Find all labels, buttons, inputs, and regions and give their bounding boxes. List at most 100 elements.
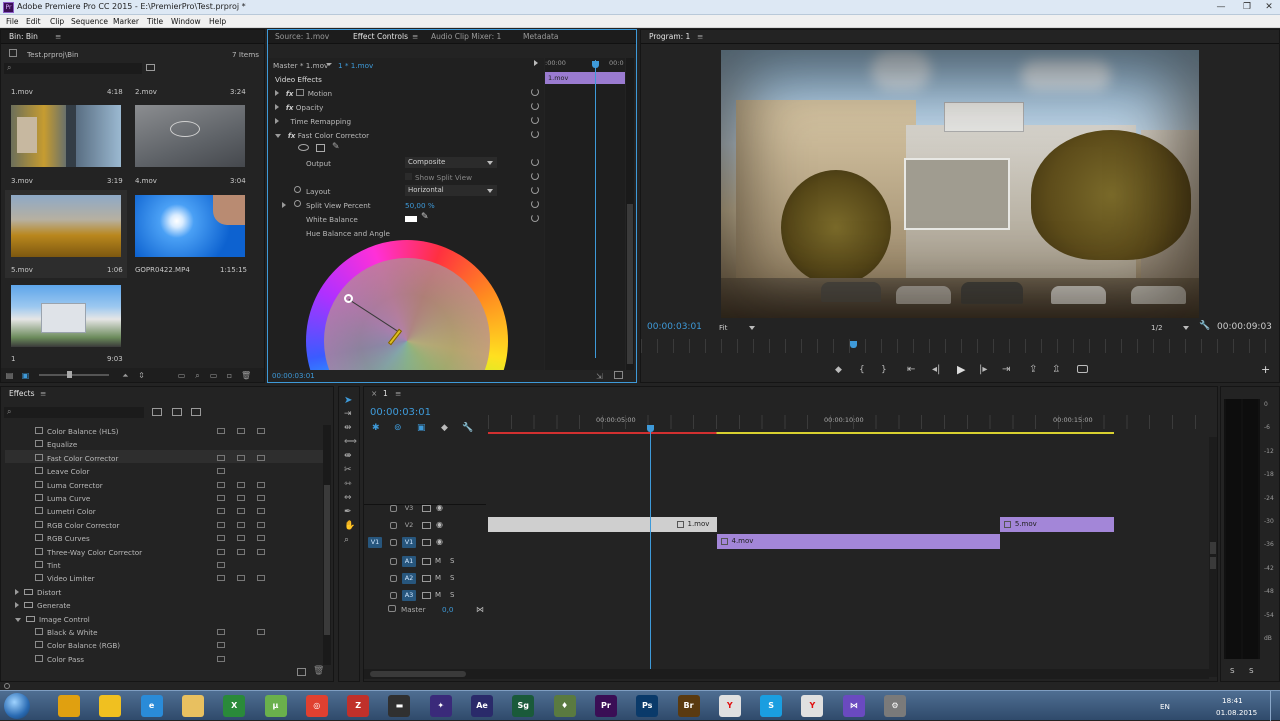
eye-icon[interactable]: ◉ xyxy=(436,520,443,529)
tab-program[interactable]: Program: 1 xyxy=(649,30,690,44)
taskbar-app-skype[interactable]: S xyxy=(760,695,783,717)
pen-tool-icon[interactable]: ✒ xyxy=(344,507,352,517)
selection-tool-icon[interactable]: ➤ xyxy=(344,395,352,406)
menu-window[interactable]: Window xyxy=(171,17,201,26)
effect-fast-color-corrector[interactable]: fx Fast Color Corrector xyxy=(275,131,369,140)
trash-icon[interactable]: 🗑 xyxy=(313,666,324,676)
taskbar-app-excel[interactable]: X xyxy=(223,695,246,717)
close-button[interactable]: ✕ xyxy=(1258,1,1280,13)
expand-triangle-icon[interactable] xyxy=(275,104,279,110)
32bit-effects-icon[interactable] xyxy=(172,408,182,416)
folder-icon[interactable]: ▭ xyxy=(177,371,186,380)
sequence-thumbnail[interactable] xyxy=(11,285,121,347)
reset-icon[interactable] xyxy=(531,200,539,208)
play-button[interactable]: ▶ xyxy=(957,363,965,376)
master-clip-label[interactable]: Master * 1.mov xyxy=(273,61,328,70)
chevron-down-icon[interactable] xyxy=(749,326,755,330)
settings-wrench-icon[interactable]: 🔧 xyxy=(1199,321,1210,331)
taskbar-app-ae[interactable]: Ae xyxy=(471,695,493,717)
show-split-view-checkbox[interactable] xyxy=(405,173,412,180)
solo-right-button[interactable]: S xyxy=(1249,666,1254,675)
timeline-clip[interactable]: 1.mov xyxy=(488,517,717,532)
menu-sequence[interactable]: Sequence xyxy=(71,17,108,26)
sequence-clip-label[interactable]: 1 * 1.mov xyxy=(338,61,373,70)
go-to-end-icon[interactable]: ⋈ xyxy=(476,605,484,614)
chevron-down-icon[interactable] xyxy=(1183,326,1189,330)
add-marker-icon[interactable]: ◆ xyxy=(835,365,842,375)
play-only-audio-icon[interactable]: ⇲ xyxy=(596,372,603,381)
menu-edit[interactable]: Edit xyxy=(26,17,41,26)
minimize-button[interactable]: — xyxy=(1210,1,1232,13)
effects-list-item[interactable]: Color Pass xyxy=(35,654,84,664)
layout-dropdown[interactable]: Horizontal xyxy=(405,185,497,196)
new-bin-icon[interactable] xyxy=(297,668,306,676)
rectangle-mask-icon[interactable] xyxy=(316,144,325,152)
timeline-clip[interactable]: 4.mov xyxy=(716,534,1000,549)
effect-motion[interactable]: fx Motion xyxy=(275,89,332,98)
snap-icon[interactable]: ✱ xyxy=(372,423,380,433)
effects-list-item[interactable]: Luma Corrector xyxy=(35,480,103,490)
timeline-playhead-handle[interactable] xyxy=(647,425,655,432)
find-icon[interactable]: ⌕ xyxy=(193,371,202,380)
effects-list-item[interactable]: Black & White xyxy=(35,628,98,637)
reset-icon[interactable] xyxy=(531,102,539,110)
taskbar-app-y[interactable]: Y xyxy=(718,695,741,717)
taskbar-app-tools[interactable]: ⚙ xyxy=(884,695,906,717)
lock-icon[interactable] xyxy=(390,575,397,582)
taskbar-app-filezilla[interactable]: Z xyxy=(347,695,370,717)
step-back-icon[interactable]: ◂| xyxy=(932,364,940,375)
expand-triangle-icon[interactable] xyxy=(282,202,286,208)
mute-button[interactable]: M xyxy=(435,557,441,565)
menu-marker[interactable]: Marker xyxy=(113,17,139,26)
new-bin-icon[interactable]: ▭ xyxy=(209,371,218,380)
clock-date[interactable]: 01.08.2015 xyxy=(1216,708,1257,717)
master-volume-value[interactable]: 0,0 xyxy=(442,605,453,614)
mark-in-icon[interactable]: { xyxy=(859,365,865,375)
zoom-slider-handle[interactable] xyxy=(67,371,72,378)
program-video-frame[interactable] xyxy=(721,50,1199,318)
zoom-tool-icon[interactable]: ⌕ xyxy=(344,535,349,545)
vertical-scrollbar[interactable] xyxy=(626,58,634,370)
sync-lock-icon[interactable] xyxy=(422,505,431,512)
track-select-tool-icon[interactable]: ⇥ xyxy=(344,409,352,419)
track-target-v1[interactable]: V1 xyxy=(402,537,416,548)
lock-icon[interactable] xyxy=(390,505,397,512)
close-sequence-icon[interactable]: × xyxy=(371,387,377,401)
taskbar-app-pr[interactable]: ✦ xyxy=(429,695,452,717)
collapse-triangle-icon[interactable] xyxy=(15,617,21,622)
list-view-icon[interactable]: ▤ xyxy=(5,371,14,380)
effects-list-item[interactable]: RGB Color Corrector xyxy=(35,520,119,530)
effects-list-item[interactable]: Generate xyxy=(15,601,71,610)
taskbar-app-y[interactable]: Y xyxy=(801,695,824,717)
lift-icon[interactable]: ⇪ xyxy=(1029,364,1037,375)
start-button[interactable] xyxy=(4,693,30,719)
expand-triangle-icon[interactable] xyxy=(275,90,279,96)
menu-help[interactable]: Help xyxy=(209,17,226,26)
search-input[interactable]: ⌕ xyxy=(4,63,142,74)
output-dropdown[interactable]: Composite xyxy=(405,157,497,168)
lock-icon[interactable] xyxy=(390,592,397,599)
zoom-slider[interactable] xyxy=(39,374,109,376)
hue-balance-wheel[interactable] xyxy=(306,240,508,370)
marker-icon[interactable]: ◆ xyxy=(441,423,448,433)
chevron-down-icon[interactable] xyxy=(326,63,332,66)
effects-list-item[interactable]: Luma Curve xyxy=(35,494,90,503)
solo-button[interactable]: S xyxy=(450,574,454,582)
reset-icon[interactable] xyxy=(531,130,539,138)
eyedropper-icon[interactable]: ✎ xyxy=(421,212,429,222)
icon-view-icon[interactable]: ▣ xyxy=(21,371,30,380)
taskbar-app-folder[interactable] xyxy=(181,695,204,717)
panel-menu-icon[interactable]: ≡ xyxy=(395,387,401,401)
reset-icon[interactable] xyxy=(531,88,539,96)
mute-button[interactable] xyxy=(422,592,431,599)
taskbar-app-ie[interactable]: e xyxy=(140,695,163,717)
sort-icon[interactable]: ⏶ xyxy=(121,371,130,380)
taskbar-app-spot[interactable]: ♦ xyxy=(553,695,576,717)
taskbar-app-ps[interactable]: Ps xyxy=(636,695,659,717)
panel-menu-icon[interactable]: ≡ xyxy=(697,30,703,44)
eye-icon[interactable]: ◉ xyxy=(436,503,443,512)
add-marker-icon[interactable]: ▣ xyxy=(417,423,426,433)
tab-sequence-1[interactable]: 1 xyxy=(383,387,388,401)
sync-lock-icon[interactable] xyxy=(422,539,431,546)
show-desktop-button[interactable] xyxy=(1270,691,1280,721)
